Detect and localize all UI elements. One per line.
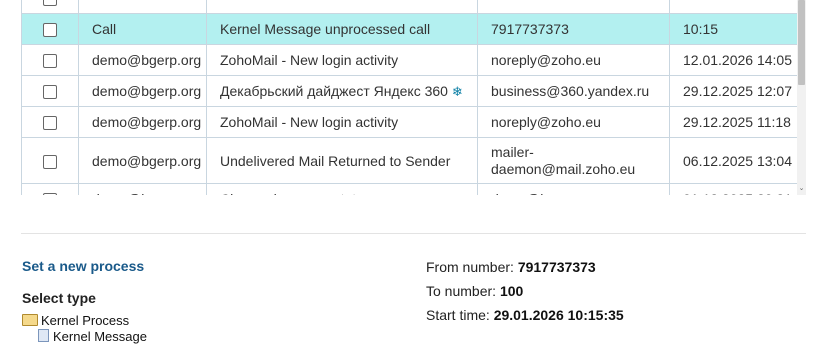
message-list: Call Kernel Message unprocessed call 791… — [21, 0, 806, 195]
row-checkbox-cell[interactable] — [21, 75, 79, 107]
table-row[interactable]: demo@bgerp.org Undelivered Mail Returned… — [21, 137, 798, 184]
from-number-value: 7917737373 — [517, 259, 596, 275]
select-type-label: Select type — [22, 290, 96, 306]
table-row[interactable]: Call Kernel Message unprocessed call 791… — [21, 13, 798, 45]
tree-item-kernel-message[interactable]: Kernel Message — [22, 329, 147, 345]
row-checkbox[interactable] — [43, 193, 57, 195]
document-icon — [38, 329, 49, 342]
subject-cell: Kernel Message unprocessed call — [206, 13, 478, 45]
time-cell: 12.01.2026 14:05 — [669, 44, 798, 76]
from-cell: Call — [78, 13, 207, 45]
table-row[interactable]: demo@bgerp.org ZohoMail - New login acti… — [21, 106, 798, 138]
row-checkbox[interactable] — [43, 116, 57, 131]
from-cell: demo@bgerp.org — [78, 137, 207, 184]
time-cell: 29.12.2025 11:18 — [669, 106, 798, 138]
from-cell: demo@bgerp.org — [78, 44, 207, 76]
from-cell: demo@bgerp.org — [78, 106, 207, 138]
scrollbar-thumb[interactable] — [798, 0, 805, 85]
start-time-row: Start time: 29.01.2026 10:15:35 — [426, 306, 624, 330]
contact-cell: demo@bgerp.org — [477, 183, 670, 195]
start-time-label: Start time: — [426, 307, 490, 323]
from-cell: demo@bgerp.org — [78, 75, 207, 107]
time-cell: 29.12.2025 12:07 — [669, 75, 798, 107]
vertical-scrollbar[interactable]: ⌄ — [797, 0, 806, 195]
from-number-row: From number: 7917737373 — [426, 258, 624, 282]
subject-text: Декабрьский дайджест Яндекс 360 — [220, 82, 448, 99]
tree-item-kernel-process[interactable]: Kernel Process — [22, 313, 147, 329]
time-cell — [669, 0, 798, 14]
tree-item-label: Kernel Process — [41, 313, 130, 328]
row-checkbox[interactable] — [43, 23, 57, 38]
time-cell: 06.12.2025 13:04 — [669, 137, 798, 184]
table-row[interactable]: demo@bgerp.org ZohoMail - New login acti… — [21, 44, 798, 76]
to-number-row: To number: 100 — [426, 282, 624, 306]
from-cell: demo@bgerp.org — [78, 183, 207, 195]
to-number-value: 100 — [499, 283, 524, 299]
table-row[interactable]: demo@bgerp.org Декабрьский дайджест Янде… — [21, 75, 798, 107]
contact-cell: noreply@zoho.eu — [477, 44, 670, 76]
table-row[interactable]: demo@bgerp.org Changed process status de… — [21, 183, 798, 195]
message-table: Call Kernel Message unprocessed call 791… — [21, 0, 798, 195]
set-new-process-link[interactable]: Set a new process — [22, 258, 144, 274]
start-time-value: 29.01.2026 10:15:35 — [493, 307, 624, 323]
tree-item-label: Kernel Message — [53, 329, 147, 344]
row-checkbox-cell[interactable] — [21, 13, 79, 45]
time-cell: 10:15 — [669, 13, 798, 45]
call-info-panel: From number: 7917737373 To number: 100 S… — [426, 258, 624, 330]
from-number-label: From number: — [426, 259, 514, 275]
contact-cell: noreply@zoho.eu — [477, 106, 670, 138]
subject-cell: Changed process status — [206, 183, 478, 195]
snowflake-icon: ❄ — [451, 83, 463, 99]
row-checkbox[interactable] — [43, 0, 57, 7]
row-checkbox[interactable] — [43, 54, 57, 69]
row-checkbox-cell[interactable] — [21, 183, 79, 195]
row-checkbox-cell[interactable] — [21, 106, 79, 138]
row-checkbox-cell[interactable] — [21, 0, 79, 14]
subject-cell: ZohoMail - New login activity — [206, 106, 478, 138]
subject-cell: ZohoMail - New login activity — [206, 44, 478, 76]
contact-cell: mailer-daemon@mail.zoho.eu — [477, 137, 670, 184]
row-checkbox[interactable] — [43, 85, 57, 100]
to-number-label: To number: — [426, 283, 497, 299]
row-checkbox-cell[interactable] — [21, 137, 79, 184]
contact-cell: 7917737373 — [477, 13, 670, 45]
contact-cell — [477, 0, 670, 14]
divider — [21, 233, 806, 234]
table-row[interactable] — [21, 0, 798, 14]
subject-cell: Undelivered Mail Returned to Sender — [206, 137, 478, 184]
folder-icon — [22, 314, 38, 326]
from-cell — [78, 0, 207, 14]
subject-cell — [206, 0, 478, 14]
contact-cell: business@360.yandex.ru — [477, 75, 670, 107]
scroll-down-arrow-icon[interactable]: ⌄ — [797, 185, 806, 193]
subject-cell: Декабрьский дайджест Яндекс 360 ❄ — [206, 75, 478, 107]
time-cell: 01.12.2025 20:31 — [669, 183, 798, 195]
process-type-tree: Kernel Process Kernel Message — [22, 313, 147, 345]
row-checkbox-cell[interactable] — [21, 44, 79, 76]
row-checkbox[interactable] — [43, 154, 57, 169]
